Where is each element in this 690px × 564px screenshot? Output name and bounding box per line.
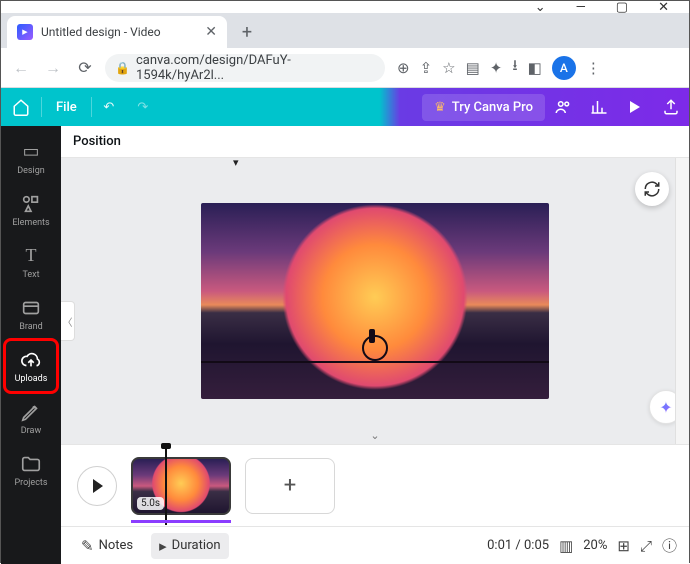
duration-icon: ▸ bbox=[159, 537, 167, 555]
browser-toolbar: ← → ⟳ 🔒 canva.com/design/DAFuY-1594k/hyA… bbox=[1, 48, 689, 88]
window-minimize-icon[interactable]: — bbox=[576, 0, 586, 15]
timeline-play-button[interactable] bbox=[77, 466, 117, 506]
pencil-icon bbox=[20, 401, 42, 423]
new-tab-button[interactable]: + bbox=[233, 18, 261, 46]
window-close-icon[interactable]: ✕ bbox=[658, 0, 669, 15]
analytics-icon[interactable] bbox=[581, 98, 617, 116]
collapse-panel-icon[interactable]: 〈 bbox=[61, 301, 75, 341]
tab-close-icon[interactable]: ✕ bbox=[205, 24, 217, 40]
template-icon: ▭ bbox=[20, 141, 42, 163]
duration-label: Duration bbox=[172, 538, 221, 553]
duration-button[interactable]: ▸ Duration bbox=[151, 533, 228, 559]
rail-label: Uploads bbox=[15, 374, 48, 384]
brand-icon bbox=[20, 297, 42, 319]
notes-icon: ✎ bbox=[81, 537, 94, 555]
file-menu[interactable]: File bbox=[42, 100, 91, 115]
try-pro-label: Try Canva Pro bbox=[452, 100, 533, 115]
position-button[interactable]: Position bbox=[73, 134, 121, 149]
page-marker-icon: ▾ bbox=[233, 156, 239, 169]
nav-back-icon[interactable]: ← bbox=[9, 56, 33, 80]
rail-elements[interactable]: Elements bbox=[5, 184, 57, 236]
rail-projects[interactable]: Projects bbox=[5, 444, 57, 496]
notes-button[interactable]: ✎ Notes bbox=[73, 533, 141, 559]
rail-draw[interactable]: Draw bbox=[5, 392, 57, 444]
sidepanel-icon[interactable]: ◧ bbox=[528, 59, 542, 77]
canva-topbar: File ↶ ↷ ♛ Try Canva Pro bbox=[1, 88, 689, 126]
rail-label: Elements bbox=[12, 218, 49, 228]
window-maximize-icon[interactable]: ▢ bbox=[616, 0, 628, 15]
share-icon[interactable]: ⇪ bbox=[420, 59, 433, 77]
home-button[interactable] bbox=[1, 98, 41, 116]
vertical-scrollbar[interactable] bbox=[675, 158, 689, 444]
rail-design[interactable]: ▭ Design bbox=[5, 132, 57, 184]
notes-label: Notes bbox=[99, 538, 134, 553]
collapse-timeline-icon[interactable]: ⌄ bbox=[370, 429, 379, 442]
grid-view-icon[interactable]: ⊞ bbox=[617, 537, 630, 555]
redo-button[interactable]: ↷ bbox=[126, 100, 160, 115]
context-toolbar: Position bbox=[61, 126, 689, 158]
timeline: 5.0s + bbox=[61, 444, 689, 526]
rail-label: Draw bbox=[21, 426, 41, 436]
address-bar[interactable]: 🔒 canva.com/design/DAFuY-1594k/hyAr2l... bbox=[105, 54, 385, 82]
download-icon[interactable]: ⭳ bbox=[512, 55, 517, 80]
canvas-content[interactable] bbox=[201, 203, 549, 399]
time-readout: 0:01 / 0:05 bbox=[487, 538, 549, 553]
pages-view-icon[interactable]: ▥ bbox=[559, 537, 573, 555]
text-icon: T bbox=[20, 245, 42, 267]
zoom-level[interactable]: 20% bbox=[583, 538, 607, 553]
present-button[interactable] bbox=[617, 101, 653, 113]
crown-icon: ♛ bbox=[434, 100, 446, 115]
rail-label: Brand bbox=[19, 322, 42, 332]
sparkle-icon: ✦ bbox=[659, 398, 672, 417]
window-chevron-icon[interactable]: ⌄ bbox=[535, 0, 546, 15]
translate-icon[interactable]: ▤ bbox=[466, 59, 480, 77]
rail-label: Text bbox=[22, 270, 39, 280]
canvas-area[interactable]: 〈 ▾ ✦ ⌄ bbox=[61, 158, 689, 444]
browser-tabstrip: Untitled design - Video ✕ + bbox=[1, 13, 689, 48]
cloud-upload-icon bbox=[20, 349, 42, 371]
zoom-icon[interactable]: ⊕ bbox=[397, 59, 410, 77]
rail-brand[interactable]: Brand bbox=[5, 288, 57, 340]
timeline-clip[interactable]: 5.0s bbox=[131, 457, 231, 515]
fullscreen-icon[interactable]: ⤢ bbox=[640, 537, 652, 555]
rail-text[interactable]: T Text bbox=[5, 236, 57, 288]
editor-area: Position 〈 ▾ ✦ ⌄ 5.0s bbox=[61, 126, 689, 564]
rail-label: Projects bbox=[15, 478, 48, 488]
kebab-menu-icon[interactable]: ⋮ bbox=[586, 59, 601, 77]
collaborators-icon[interactable] bbox=[545, 98, 581, 116]
playhead[interactable] bbox=[165, 447, 167, 525]
nav-forward-icon[interactable]: → bbox=[41, 56, 65, 80]
lock-icon: 🔒 bbox=[115, 61, 130, 75]
nav-reload-icon[interactable]: ⟳ bbox=[73, 56, 97, 80]
regenerate-button[interactable] bbox=[635, 172, 669, 206]
status-bar: ✎ Notes ▸ Duration 0:01 / 0:05 ▥ 20% ⊞ ⤢… bbox=[61, 526, 689, 564]
browser-tab[interactable]: Untitled design - Video ✕ bbox=[7, 16, 227, 48]
add-page-button[interactable]: + bbox=[245, 458, 335, 514]
bookmark-icon[interactable]: ☆ bbox=[442, 59, 455, 77]
try-canva-pro-button[interactable]: ♛ Try Canva Pro bbox=[422, 94, 545, 121]
help-icon[interactable]: ⓘ bbox=[662, 535, 677, 556]
window-titlebar: ⌄ — ▢ ✕ bbox=[1, 1, 689, 13]
rail-uploads[interactable]: Uploads bbox=[5, 340, 57, 392]
clip-selection-indicator bbox=[131, 520, 231, 523]
profile-avatar[interactable]: A bbox=[552, 56, 576, 80]
share-upload-icon[interactable] bbox=[653, 98, 689, 116]
url-text: canva.com/design/DAFuY-1594k/hyAr2l... bbox=[136, 54, 375, 82]
undo-button[interactable]: ↶ bbox=[92, 100, 126, 115]
clip-duration-label: 5.0s bbox=[137, 497, 164, 510]
folder-icon bbox=[20, 453, 42, 475]
tab-favicon-icon bbox=[17, 24, 33, 40]
tab-title: Untitled design - Video bbox=[41, 25, 161, 39]
extensions-icon[interactable]: ✦ bbox=[490, 59, 503, 77]
left-rail: ▭ Design Elements T Text Brand Uploads bbox=[1, 126, 61, 564]
rail-label: Design bbox=[17, 166, 45, 176]
shapes-icon bbox=[20, 193, 42, 215]
